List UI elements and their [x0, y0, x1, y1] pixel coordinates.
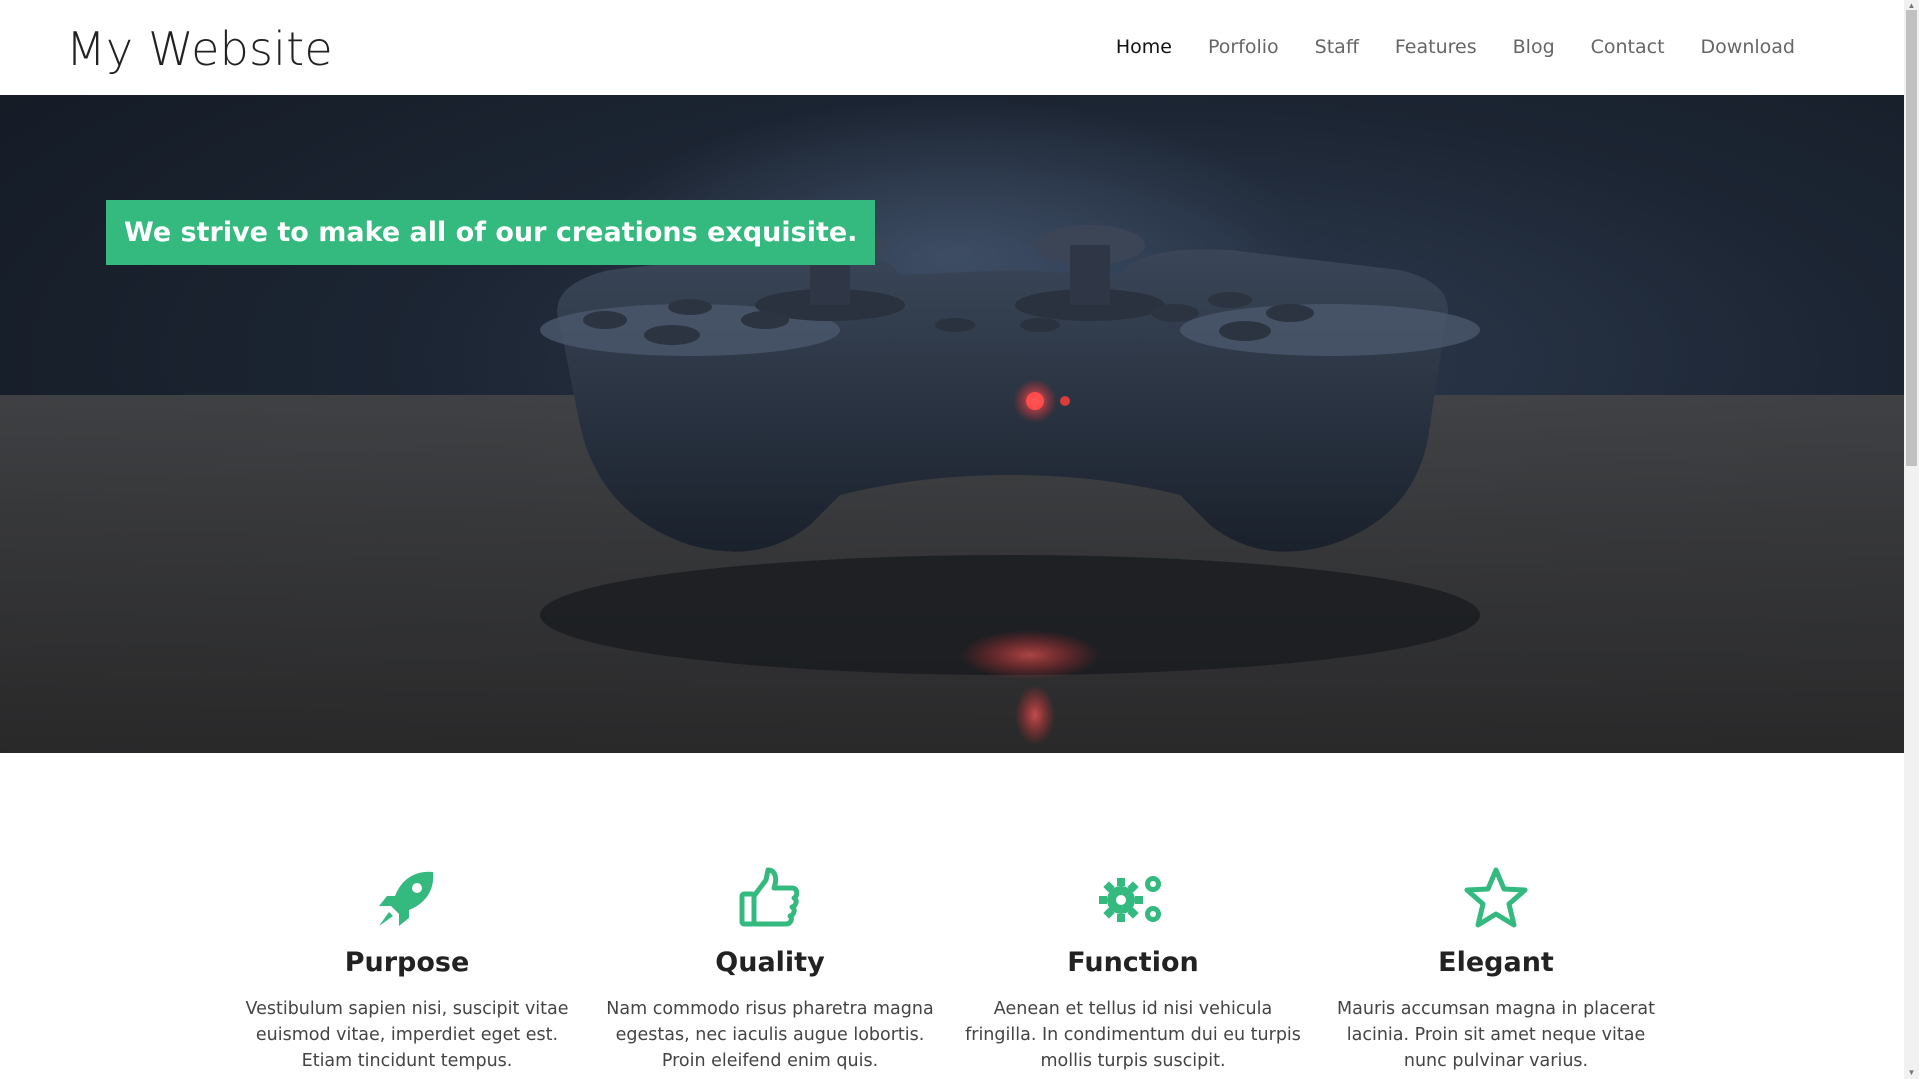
page: My Website Home Porfolio Staff Features … [0, 0, 1919, 1079]
hero-tagline: We strive to make all of our creations e… [106, 200, 876, 265]
star-icon [1326, 863, 1666, 933]
feature-text: Vestibulum sapien nisi, suscipit vitae e… [245, 999, 569, 1071]
feature-title: Elegant [1438, 947, 1554, 978]
feature-text: Mauris accumsan magna in placerat lacini… [1337, 999, 1655, 1071]
scrollbar-thumb[interactable] [1906, 10, 1917, 466]
nav-item-features[interactable]: Features [1395, 36, 1477, 58]
thumbs-up-icon [600, 863, 940, 933]
nav-item-download[interactable]: Download [1701, 36, 1795, 58]
game-controller-illustration [540, 225, 1480, 745]
nav-item-portfolio[interactable]: Porfolio [1208, 36, 1279, 58]
nav-item-home[interactable]: Home [1116, 36, 1172, 58]
feature-title: Purpose [344, 947, 470, 978]
page-scrollbar[interactable]: ▲ ▼ [1904, 0, 1919, 1079]
feature-card-elegant: Elegant Mauris accumsan magna in placera… [1326, 863, 1666, 1074]
hero-banner: We strive to make all of our creations e… [0, 95, 1904, 753]
gears-icon [963, 863, 1303, 933]
nav-item-contact[interactable]: Contact [1591, 36, 1665, 58]
feature-card-purpose: Purpose Vestibulum sapien nisi, suscipit… [237, 863, 577, 1074]
rocket-icon [237, 863, 577, 933]
nav-item-blog[interactable]: Blog [1513, 36, 1555, 58]
nav-item-staff[interactable]: Staff [1315, 36, 1359, 58]
feature-title: Quality [715, 947, 825, 978]
features-section: Purpose Vestibulum sapien nisi, suscipit… [0, 753, 1904, 1079]
feature-card-quality: Quality Nam commodo risus pharetra magna… [600, 863, 940, 1074]
feature-text: Aenean et tellus id nisi vehicula fringi… [965, 999, 1301, 1071]
site-brand[interactable]: My Website [66, 22, 333, 76]
feature-card-function: Function Aenean et tellus id nisi vehicu… [963, 863, 1303, 1074]
main-nav: Home Porfolio Staff Features Blog Contac… [1116, 36, 1795, 58]
feature-title: Function [1067, 947, 1199, 978]
site-header: My Website Home Porfolio Staff Features … [0, 0, 1904, 95]
scroll-down-arrow-icon[interactable]: ▼ [1904, 1067, 1919, 1079]
feature-text: Nam commodo risus pharetra magna egestas… [606, 999, 934, 1071]
